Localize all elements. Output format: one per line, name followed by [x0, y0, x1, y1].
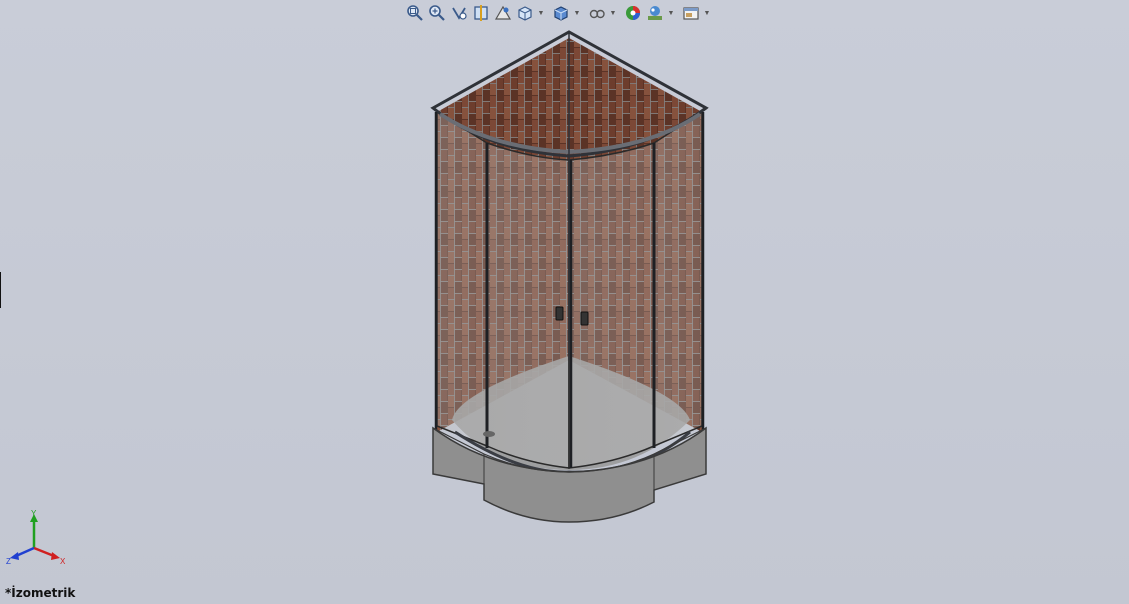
shower-cabin-model[interactable] — [0, 0, 1129, 604]
y-axis-label: Y — [31, 509, 37, 518]
left-glass-door — [486, 141, 570, 469]
x-axis-label: X — [60, 557, 66, 566]
coordinate-triad: Y X Z — [6, 509, 66, 566]
right-door-handle — [580, 311, 589, 326]
z-axis-arrow — [15, 546, 35, 558]
view-orientation-label: *İzometrik — [5, 586, 76, 600]
drain — [483, 431, 495, 437]
right-fixed-glass — [653, 110, 703, 448]
graphics-viewport[interactable]: ▼ ▼ ▼ ▼ ▼ Y X Z *İzometrik — [0, 0, 1129, 604]
z-axis-label: Z — [6, 557, 11, 566]
x-axis-arrow — [33, 546, 55, 558]
left-fixed-glass — [436, 110, 488, 448]
left-door-handle — [555, 306, 564, 321]
right-glass-door — [568, 141, 655, 469]
